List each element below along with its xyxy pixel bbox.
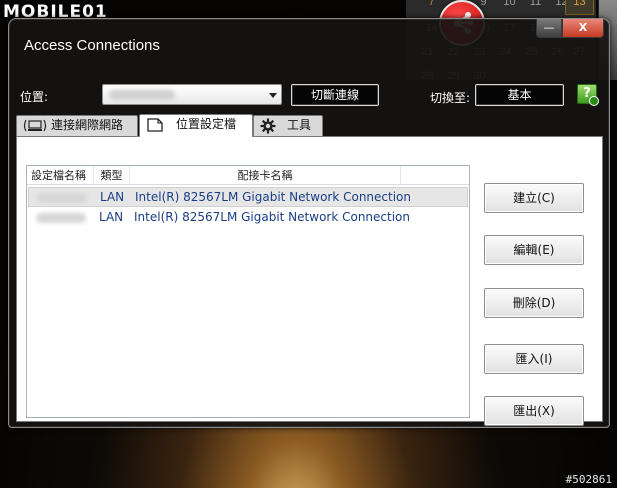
- location-select[interactable]: [102, 84, 282, 105]
- edit-button[interactable]: 編輯(E): [484, 235, 584, 265]
- tab-label: 位置設定檔: [176, 117, 237, 131]
- table-row[interactable]: LAN Intel(R) 82567LM Gigabit Network Con…: [28, 187, 468, 207]
- import-button[interactable]: 匯入(I): [484, 344, 584, 374]
- profile-type: LAN: [100, 190, 125, 204]
- tab-label: 工具: [287, 118, 312, 132]
- tab-location-profiles[interactable]: 位置設定檔: [139, 114, 253, 137]
- profile-type: LAN: [99, 210, 124, 224]
- help-icon[interactable]: ?: [577, 84, 599, 106]
- close-button[interactable]: X: [562, 19, 604, 38]
- watermark-id: #502861: [565, 473, 612, 486]
- column-header-profile-name[interactable]: 設定檔名稱: [27, 166, 94, 185]
- access-connections-window: Access Connections — X 位置: 切斷連線 切換至: 基本 …: [8, 18, 610, 428]
- profiles-list[interactable]: 設定檔名稱 類型 配接卡名稱 LAN Intel(R) 82567LM Giga…: [26, 165, 470, 418]
- tab-tools[interactable]: 工具: [253, 115, 323, 136]
- adapter-name: Intel(R) 82567LM Gigabit Network Connect…: [134, 210, 410, 224]
- calendar-day-highlighted: 13: [565, 0, 594, 15]
- document-icon: [146, 118, 164, 138]
- chevron-down-icon[interactable]: [269, 93, 277, 98]
- redacted-profile-name: [37, 193, 87, 203]
- create-button[interactable]: 建立(C): [484, 183, 584, 213]
- disconnect-button[interactable]: 切斷連線: [291, 84, 379, 106]
- calendar-day: 11: [529, 0, 542, 8]
- redacted-profile-name: [36, 213, 86, 223]
- location-label: 位置:: [20, 90, 49, 104]
- adapter-name: Intel(R) 82567LM Gigabit Network Connect…: [135, 190, 411, 204]
- table-row[interactable]: LAN Intel(R) 82567LM Gigabit Network Con…: [28, 208, 468, 228]
- profiles-list-header: 設定檔名稱 類型 配接卡名稱: [27, 166, 469, 185]
- export-button[interactable]: 匯出(X): [484, 396, 584, 426]
- switch-to-label: 切換至:: [430, 91, 471, 105]
- help-sub-icon: [589, 96, 599, 106]
- tab-label: 連接網際網路: [51, 118, 124, 132]
- window-controls: — X: [536, 19, 604, 39]
- column-header-adapter-name[interactable]: 配接卡名稱: [130, 166, 401, 185]
- redacted-location-name: [109, 90, 175, 100]
- tab-connect-internet[interactable]: 連接網際網路: [16, 115, 138, 136]
- location-profiles-panel: 設定檔名稱 類型 配接卡名稱 LAN Intel(R) 82567LM Giga…: [16, 136, 603, 426]
- calendar-day: 10: [503, 0, 516, 8]
- delete-button[interactable]: 刪除(D): [484, 288, 584, 318]
- calendar-week-row: 7 8 9 10 11 12 13: [406, 0, 596, 15]
- basic-mode-button[interactable]: 基本: [475, 84, 564, 106]
- column-header-type[interactable]: 類型: [94, 166, 130, 185]
- window-title: Access Connections: [24, 37, 160, 54]
- minimize-button[interactable]: —: [536, 19, 562, 38]
